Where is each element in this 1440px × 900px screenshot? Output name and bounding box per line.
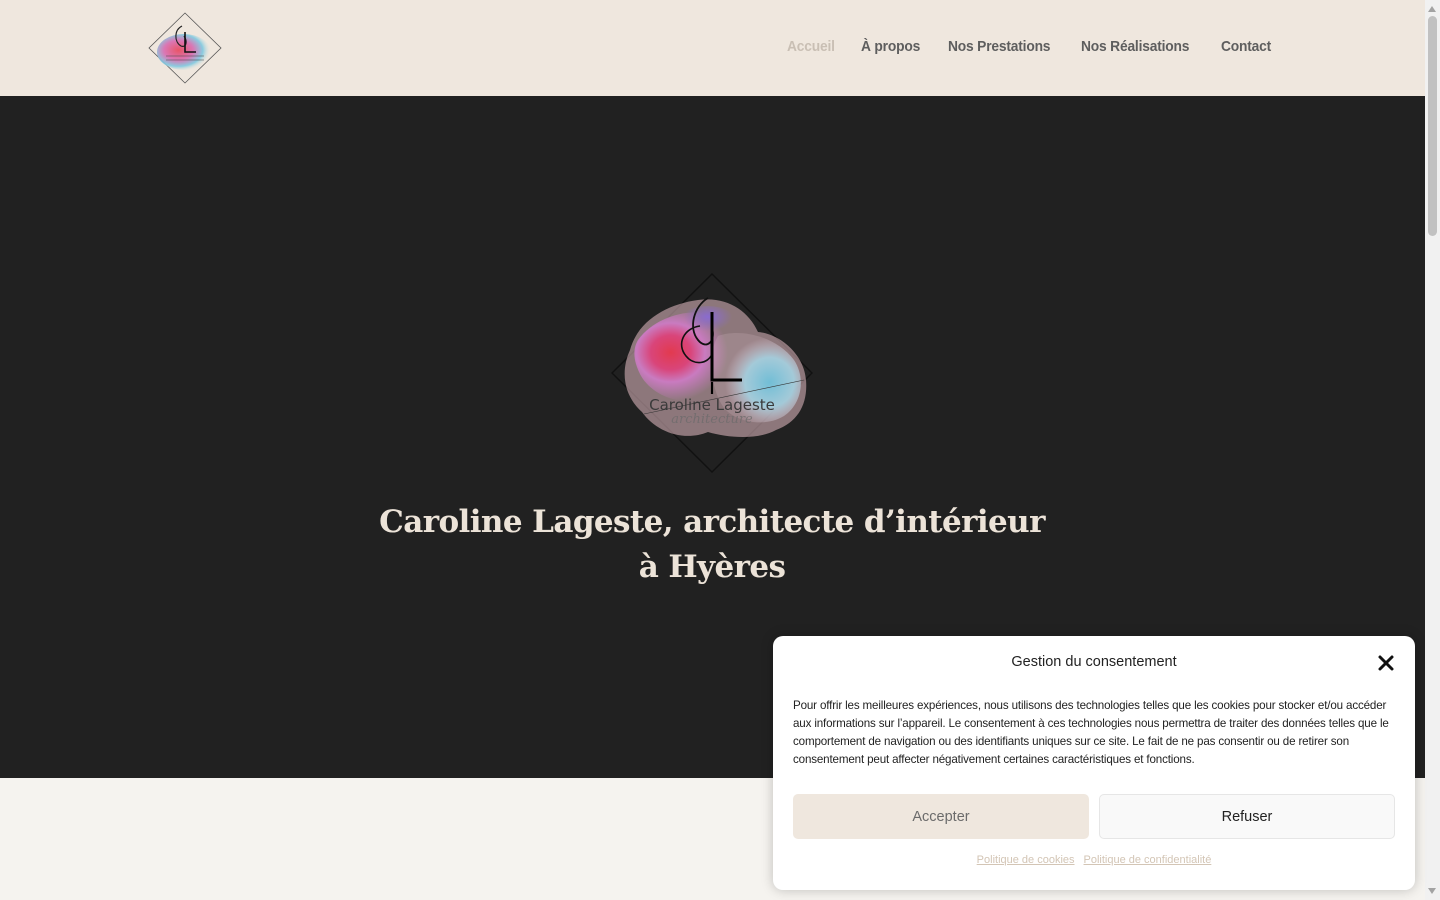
site-logo[interactable] bbox=[148, 12, 222, 84]
scroll-up-icon[interactable] bbox=[1428, 6, 1436, 12]
nav-item-a-propos[interactable]: À propos bbox=[861, 38, 920, 55]
cookie-consent-dialog: Gestion du consentement Pour offrir les … bbox=[773, 636, 1415, 890]
refuse-button[interactable]: Refuser bbox=[1099, 794, 1395, 839]
accept-button[interactable]: Accepter bbox=[793, 794, 1089, 839]
hero-title: Caroline Lageste, architecte d’intérieur… bbox=[362, 500, 1062, 590]
consent-description: Pour offrir les meilleures expériences, … bbox=[793, 699, 1389, 766]
main-nav: Accueil À propos Nos Prestations Nos Réa… bbox=[787, 38, 1275, 55]
logo-wordmark-sub: architecture bbox=[671, 412, 753, 427]
scrollbar-thumb[interactable] bbox=[1428, 16, 1437, 236]
page-scrollbar[interactable] bbox=[1425, 0, 1440, 900]
privacy-policy-link[interactable]: Politique de confidentialité bbox=[1084, 854, 1212, 866]
nav-item-nos-realisations[interactable]: Nos Réalisations bbox=[1081, 38, 1189, 55]
nav-item-contact[interactable]: Contact bbox=[1221, 38, 1271, 55]
logo-icon bbox=[148, 12, 222, 84]
hero-title-line-2: à Hyères bbox=[638, 549, 786, 585]
scroll-down-icon[interactable] bbox=[1428, 888, 1436, 894]
site-header: Accueil À propos Nos Prestations Nos Réa… bbox=[0, 0, 1425, 96]
nav-item-accueil[interactable]: Accueil bbox=[787, 38, 835, 55]
hero-title-line-1: Caroline Lageste, architecte d’intérieur bbox=[379, 504, 1045, 540]
nav-item-nos-prestations[interactable]: Nos Prestations bbox=[948, 38, 1050, 55]
cookie-policy-link[interactable]: Politique de cookies bbox=[977, 854, 1075, 866]
hero-logo: Caroline Lageste architecture bbox=[608, 270, 816, 476]
close-icon[interactable] bbox=[1377, 654, 1395, 672]
consent-links: Politique de cookies Politique de confid… bbox=[773, 854, 1415, 866]
consent-title: Gestion du consentement bbox=[1011, 654, 1177, 670]
hero-logo-icon: Caroline Lageste architecture bbox=[611, 273, 813, 473]
